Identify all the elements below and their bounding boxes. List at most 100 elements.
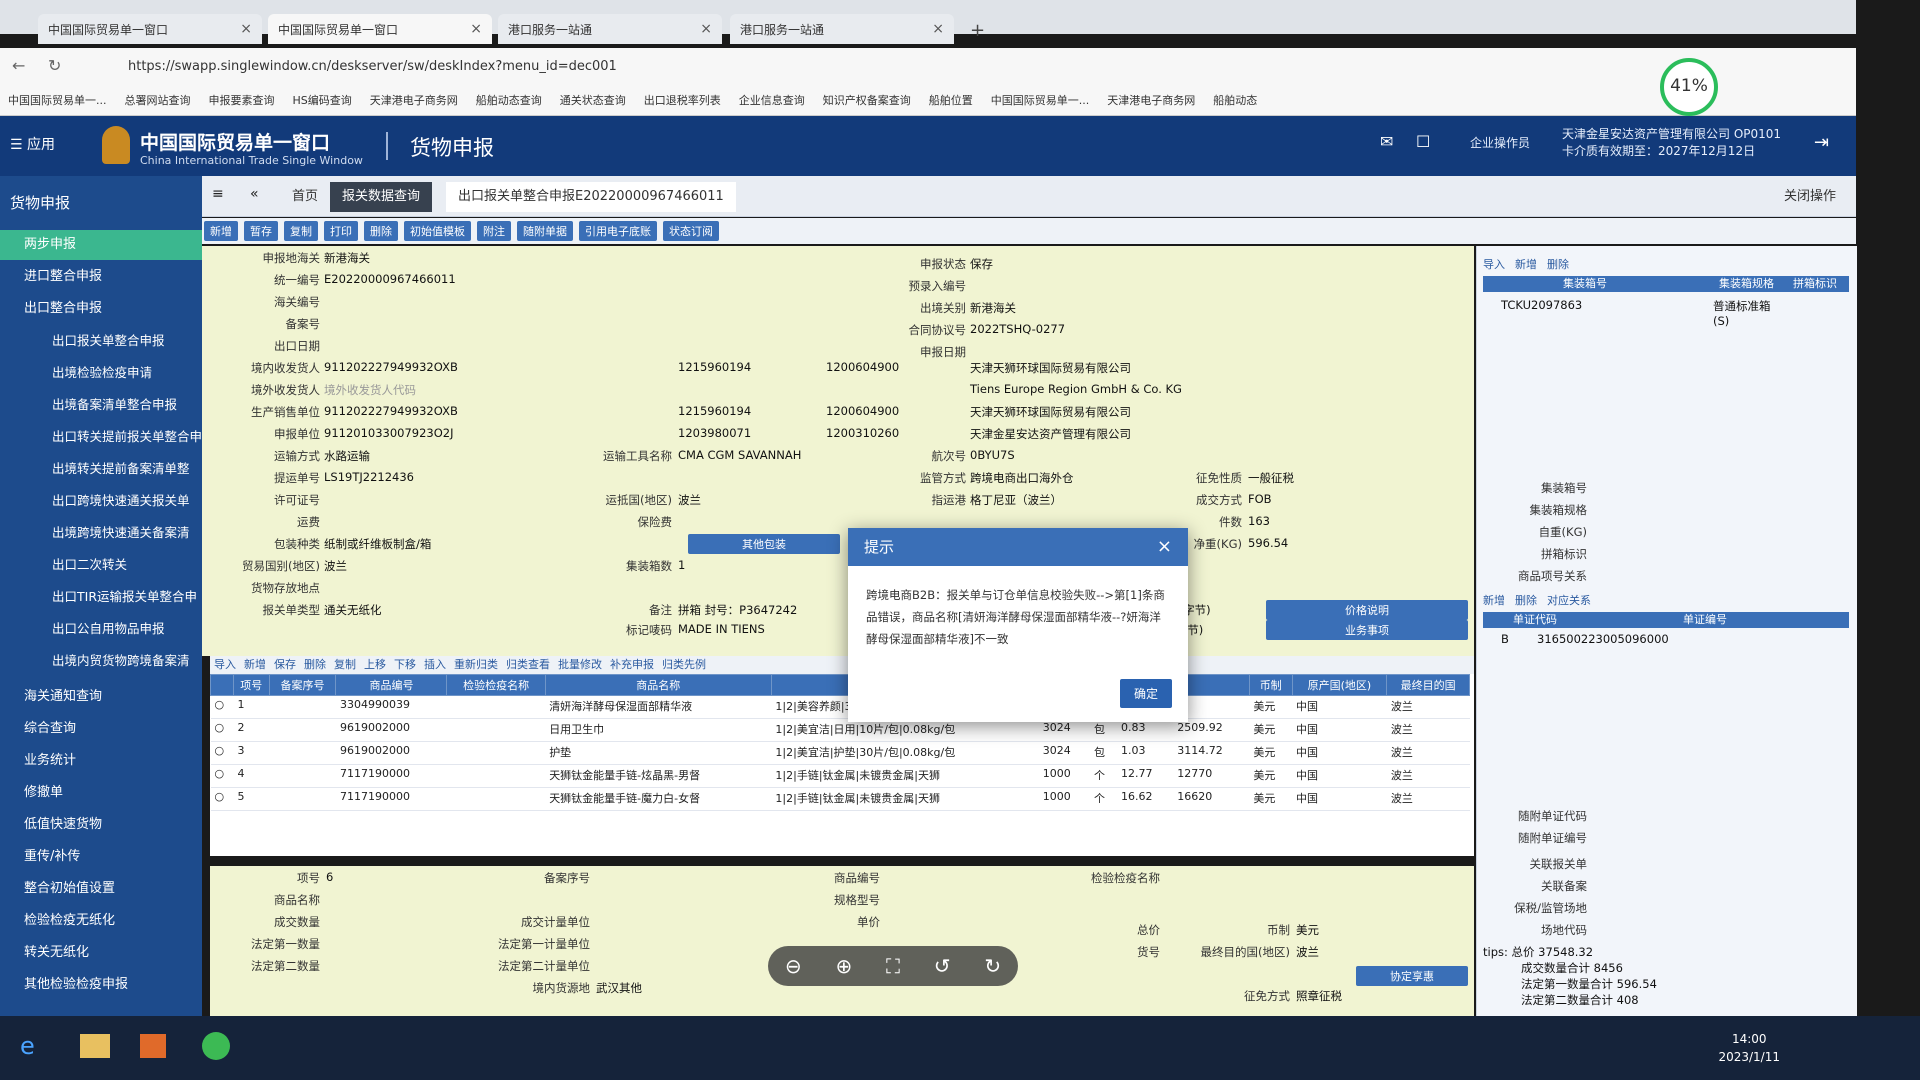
decl-type-field[interactable]: 通关无纸化 bbox=[324, 602, 382, 618]
note-button[interactable]: 附注 bbox=[477, 221, 511, 241]
close-icon[interactable]: × bbox=[240, 21, 252, 37]
sidebar-item[interactable]: 检验检疫无纸化 bbox=[0, 906, 202, 936]
bookmark[interactable]: 船舶位置 bbox=[929, 92, 973, 108]
bookmark[interactable]: HS编码查询 bbox=[293, 92, 352, 108]
bookmark[interactable]: 总署网站查询 bbox=[125, 92, 191, 108]
container-add-button[interactable]: 新增 bbox=[1515, 256, 1537, 272]
save-draft-button[interactable]: 暂存 bbox=[244, 221, 278, 241]
reload-icon[interactable]: ↻ bbox=[48, 56, 61, 75]
sidebar-item[interactable]: 出境转关提前备案清单整 bbox=[0, 454, 202, 484]
port-dest-field[interactable]: 格丁尼亚（波兰） bbox=[970, 492, 1062, 508]
close-icon[interactable]: × bbox=[932, 21, 944, 37]
doc-add-button[interactable]: 新增 bbox=[1483, 592, 1505, 608]
bookmark[interactable]: 知识产权备案查询 bbox=[823, 92, 911, 108]
grid-reclassify-button[interactable]: 重新归类 bbox=[454, 656, 498, 674]
sidebar-item[interactable]: 修撤单 bbox=[0, 778, 202, 808]
producer-c2[interactable]: 1200604900 bbox=[826, 404, 899, 418]
sidebar-item[interactable]: 出口TIR运输报关单整合申 bbox=[0, 582, 202, 612]
grid-down-button[interactable]: 下移 bbox=[394, 656, 416, 674]
dest-country-field[interactable]: 波兰 bbox=[678, 492, 701, 508]
browser-tab[interactable]: 港口服务一站通 × bbox=[730, 14, 954, 44]
unified-no-field[interactable]: E20220000967466011 bbox=[324, 272, 456, 286]
row-radio[interactable]: ○ bbox=[210, 718, 234, 742]
bookmark[interactable]: 天津港电子商务网 bbox=[370, 92, 458, 108]
sidebar-item[interactable]: 两步申报 bbox=[0, 230, 202, 260]
sidebar-item[interactable]: 出口报关单整合申报 bbox=[0, 326, 202, 356]
marks-field[interactable]: MADE IN TIENS bbox=[678, 622, 765, 636]
sidebar-item[interactable]: 业务统计 bbox=[0, 746, 202, 776]
grid-precedent-button[interactable]: 归类先例 bbox=[662, 656, 706, 674]
producer-code[interactable]: 911202227949932OXB bbox=[324, 404, 458, 418]
zoom-out-icon[interactable]: ⊖ bbox=[785, 954, 802, 978]
sidebar-item[interactable]: 转关无纸化 bbox=[0, 938, 202, 968]
voyage-field[interactable]: 0BYU7S bbox=[970, 448, 1015, 462]
delete-button[interactable]: 删除 bbox=[364, 221, 398, 241]
consignee-c2[interactable]: 1200604900 bbox=[826, 360, 899, 374]
customs-field[interactable]: 新港海关 bbox=[324, 250, 370, 266]
media-player-icon[interactable] bbox=[140, 1034, 166, 1058]
container-delete-button[interactable]: 删除 bbox=[1547, 256, 1569, 272]
subscribe-button[interactable]: 状态订阅 bbox=[663, 221, 719, 241]
close-icon[interactable]: × bbox=[700, 21, 712, 37]
row-radio[interactable]: ○ bbox=[210, 764, 234, 788]
grid-batch-edit-button[interactable]: 批量修改 bbox=[558, 656, 602, 674]
transport-field[interactable]: 水路运输 bbox=[324, 448, 370, 464]
sidebar-item[interactable]: 其他检验检疫申报 bbox=[0, 970, 202, 1000]
price-desc-button[interactable]: 价格说明 bbox=[1266, 600, 1468, 620]
bookmark[interactable]: 通关状态查询 bbox=[560, 92, 626, 108]
levy-field[interactable]: 一般征税 bbox=[1248, 470, 1294, 486]
ok-button[interactable]: 确定 bbox=[1119, 679, 1172, 708]
bookmark[interactable]: 天津港电子商务网 bbox=[1107, 92, 1195, 108]
foreign-consignee-name[interactable]: Tiens Europe Region GmbH & Co. KG bbox=[970, 382, 1182, 396]
browser-tab[interactable]: 港口服务一站通 × bbox=[498, 14, 722, 44]
print-button[interactable]: 打印 bbox=[324, 221, 358, 241]
sidebar-item[interactable]: 出口转关提前报关单整合申 bbox=[0, 422, 202, 452]
bl-no-field[interactable]: LS19TJ2212436 bbox=[324, 470, 414, 484]
app-menu-button[interactable]: ☰ 应用 bbox=[10, 134, 55, 154]
container-no[interactable]: TCKU2097863 bbox=[1501, 298, 1582, 312]
dest-field[interactable]: 波兰 bbox=[1296, 944, 1319, 960]
sidebar-item[interactable]: 综合查询 bbox=[0, 714, 202, 744]
sidebar-item[interactable]: 海关通知查询 bbox=[0, 682, 202, 712]
supervision-field[interactable]: 跨境电商出口海外仓 bbox=[970, 470, 1074, 486]
table-row[interactable]: ○ 5 7117190000 天狮钛金能量手链-魔力白-女督 1|2|手链|钛金属|未镀… bbox=[210, 787, 1470, 811]
mail-icon[interactable]: ✉ bbox=[1380, 132, 1393, 151]
trade-country-field[interactable]: 波兰 bbox=[324, 558, 347, 574]
remarks-field[interactable]: 拼箱 封号：P3647242 bbox=[678, 602, 797, 618]
sidebar-item[interactable]: 出境跨境快速通关备案清 bbox=[0, 518, 202, 548]
row-radio[interactable]: ○ bbox=[210, 787, 234, 811]
table-row[interactable]: ○ 3 9619002000 护垫 1|2|美宜洁|护垫|30片/包|0.08kg/包 3… bbox=[210, 741, 1470, 765]
foreign-consignee-code[interactable]: 境外收发货人代码 bbox=[324, 382, 416, 398]
sidebar-item[interactable]: 低值快速货物 bbox=[0, 810, 202, 840]
grid-up-button[interactable]: 上移 bbox=[364, 656, 386, 674]
sidebar-item[interactable]: 出口跨境快速通关报关单 bbox=[0, 486, 202, 516]
declarant-c1[interactable]: 1203980071 bbox=[678, 426, 751, 440]
table-row[interactable]: ○ 1 3304990039 清妍海洋酵母保湿面部精华液 1|2|美容养颜|30ml |… bbox=[210, 695, 1470, 719]
consignee-code[interactable]: 911202227949932OXB bbox=[324, 360, 458, 374]
sidebar-item[interactable]: 出口整合申报 bbox=[0, 294, 202, 324]
grid-delete-button[interactable]: 删除 bbox=[304, 656, 326, 674]
browser-tab[interactable]: 中国国际贸易单一窗口 × bbox=[38, 14, 262, 44]
agreement-button[interactable]: 协定享惠 bbox=[1356, 966, 1468, 986]
sidebar-item[interactable]: 出境内贸货物跨境备案清 bbox=[0, 646, 202, 676]
folder-icon[interactable] bbox=[80, 1034, 110, 1058]
container-qty-field[interactable]: 1 bbox=[678, 558, 685, 572]
container-import-button[interactable]: 导入 bbox=[1483, 256, 1505, 272]
zoom-in-icon[interactable]: ⊕ bbox=[835, 954, 852, 978]
ie-icon[interactable]: e bbox=[20, 1032, 35, 1060]
doc-relation-button[interactable]: 对应关系 bbox=[1547, 592, 1591, 608]
currency-field[interactable]: 美元 bbox=[1296, 922, 1319, 938]
net-weight-field[interactable]: 596.54 bbox=[1248, 536, 1288, 550]
close-operations[interactable]: 关闭操作 bbox=[1772, 182, 1848, 212]
message-icon[interactable]: ☐ bbox=[1416, 132, 1430, 151]
sidebar-item[interactable]: 出境备案清单整合申报 bbox=[0, 390, 202, 420]
url-field[interactable]: https://swapp.singlewindow.cn/deskserver… bbox=[128, 59, 617, 74]
close-icon[interactable]: × bbox=[470, 21, 482, 37]
item-no-field[interactable]: 6 bbox=[326, 870, 333, 884]
fullscreen-icon[interactable]: ⛶ bbox=[886, 954, 900, 978]
row-radio[interactable]: ○ bbox=[210, 741, 234, 765]
tab-current[interactable]: 出口报关单整合申报E20220000967466011 bbox=[446, 182, 736, 212]
tab-data-query[interactable]: 报关数据查询 bbox=[330, 182, 433, 212]
sidebar-item[interactable]: 重传/补传 bbox=[0, 842, 202, 872]
grid-classify-view-button[interactable]: 归类查看 bbox=[506, 656, 550, 674]
